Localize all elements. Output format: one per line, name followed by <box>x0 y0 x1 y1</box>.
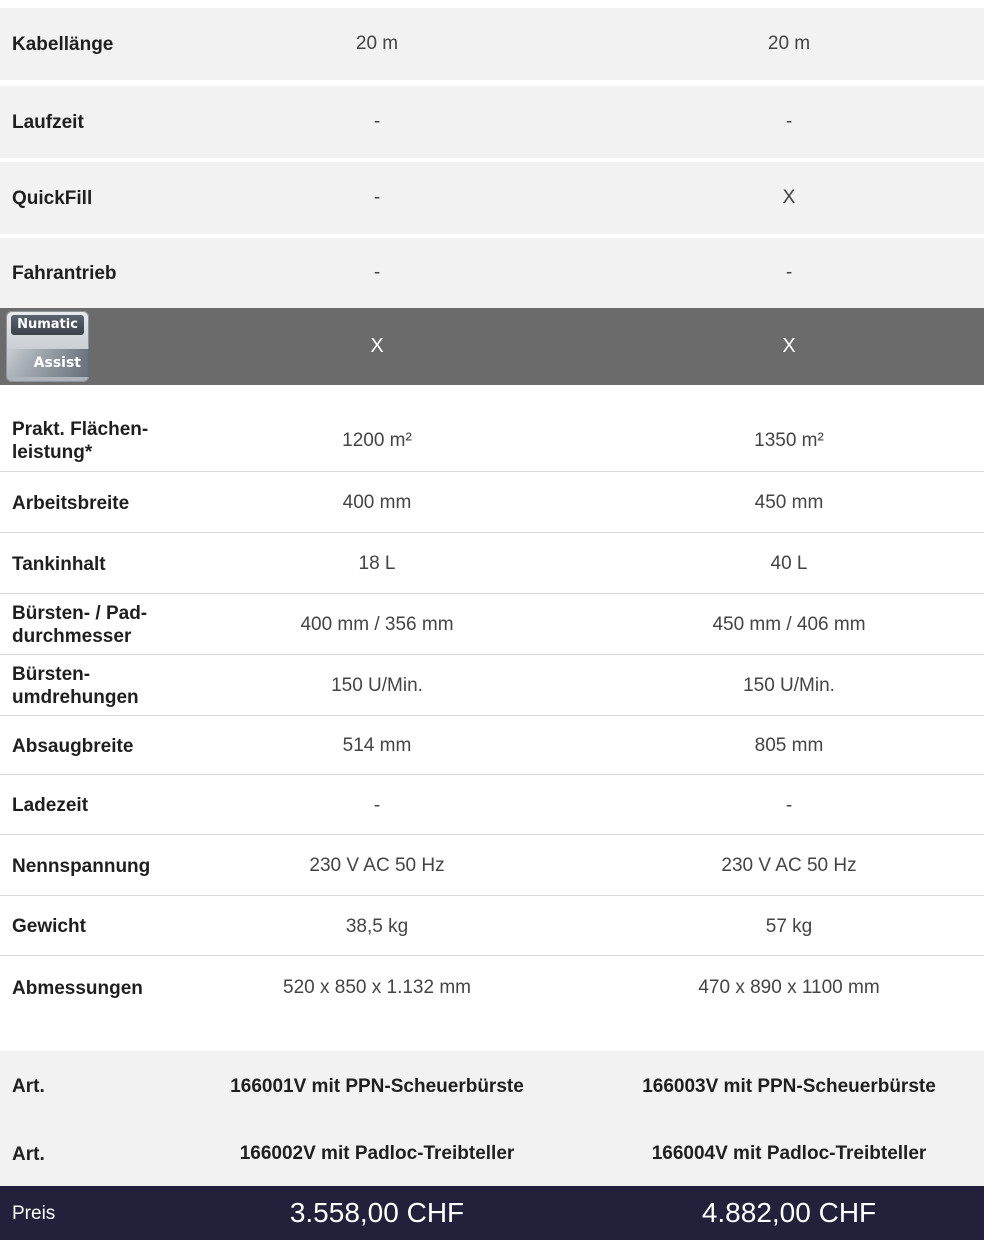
logo-assist-text: Assist <box>6 349 89 377</box>
spec-value-model-1: 38,5 kg <box>345 915 409 937</box>
price-model-2: 4.882,00 CHF <box>701 1197 877 1228</box>
numatic-assist-logo: Numatic Assist <box>6 311 89 382</box>
spec-value-model-2: 450 mm <box>754 492 824 513</box>
article-number-model-1: 166002V mit Padloc-Treibteller <box>239 1143 515 1164</box>
spec-value-model-1: - <box>373 111 381 132</box>
spec-value-model-1: 150 U/Min. <box>331 675 423 696</box>
spec-value-model-2: - <box>785 111 793 132</box>
spec-row-buerstendurchmesser: Bürsten- / Pad- durchmesser 400 mm / 356… <box>0 596 984 655</box>
spec-row-abmessungen: Abmessungen 520 x 850 x 1.132 mm 470 x 8… <box>0 958 984 1018</box>
spec-row-kabellaenge: Kabellänge 20 m 20 m <box>0 8 984 80</box>
price-model-1: 3.558,00 CHF <box>289 1197 465 1228</box>
spec-value-model-1: 18 L <box>358 553 396 574</box>
spec-value-model-2: 470 x 890 x 1100 mm <box>698 977 880 998</box>
spec-row-fahrantrieb: Fahrantrieb - - <box>0 238 984 308</box>
spec-row-absaugbreite: Absaugbreite 514 mm 805 mm <box>0 718 984 775</box>
spec-value-model-1: 400 mm / 356 mm <box>300 614 454 635</box>
spec-value-model-1: - <box>373 262 381 283</box>
spec-value-model-2: 230 V AC 50 Hz <box>721 855 857 876</box>
spec-value-model-2: - <box>785 262 793 283</box>
assist-feature-row: Numatic Assist X X <box>0 308 984 385</box>
spec-value-model-1: 230 V AC 50 Hz <box>309 855 445 876</box>
assist-value-model-2: X <box>782 335 796 357</box>
spec-value-model-1: 400 mm <box>342 492 412 513</box>
spec-value-model-2: 805 mm <box>754 735 824 756</box>
spec-row-gewicht: Gewicht 38,5 kg 57 kg <box>0 898 984 956</box>
logo-brand-text: Numatic <box>11 315 84 335</box>
article-number-model-2: 166003V mit PPN-Scheuerbürste <box>642 1075 936 1097</box>
spec-value-model-2: 40 L <box>770 553 808 574</box>
spec-row-tankinhalt: Tankinhalt 18 L 40 L <box>0 535 984 594</box>
spec-row-nennspannung: Nennspannung 230 V AC 50 Hz 230 V AC 50 … <box>0 837 984 896</box>
price-row: Preis 3.558,00 CHF 4.882,00 CHF <box>0 1186 984 1240</box>
article-number-model-1: 166001V mit PPN-Scheuerbürste <box>230 1075 524 1097</box>
spec-row-buerstenumdrehungen: Bürsten- umdrehungen 150 U/Min. 150 U/Mi… <box>0 657 984 716</box>
spec-row-quickfill: QuickFill - X <box>0 162 984 234</box>
spec-row-arbeitsbreite: Arbeitsbreite 400 mm 450 mm <box>0 474 984 533</box>
spec-value-model-2: 57 kg <box>765 915 813 937</box>
spec-row-flaechenleistung: Prakt. Flächen- leistung* 1200 m² 1350 m… <box>0 411 984 472</box>
spec-value-model-2: 20 m <box>767 33 811 54</box>
spec-value-model-1: 520 x 850 x 1.132 mm <box>283 977 471 998</box>
spec-row-ladezeit: Ladezeit - - <box>0 777 984 835</box>
spec-row-laufzeit: Laufzeit - - <box>0 86 984 158</box>
spec-value-model-1: 20 m <box>355 33 399 54</box>
article-row-2: Art. 166002V mit Padloc-Treibteller 1660… <box>0 1122 984 1186</box>
spec-value-model-2: 150 U/Min. <box>743 675 835 696</box>
spec-value-model-2: - <box>785 794 793 816</box>
spec-value-model-1: - <box>373 187 381 208</box>
spec-value-model-2: X <box>782 187 796 208</box>
spec-value-model-1: 514 mm <box>342 735 412 756</box>
spec-value-model-1: - <box>373 794 381 816</box>
spec-value-model-1: 1200 m² <box>342 430 412 451</box>
spec-value-model-2: 1350 m² <box>754 430 824 451</box>
article-row-1: Art. 166001V mit PPN-Scheuerbürste 16600… <box>0 1051 984 1122</box>
spec-value-model-2: 450 mm / 406 mm <box>712 614 866 635</box>
article-number-model-2: 166004V mit Padloc-Treibteller <box>651 1143 927 1164</box>
assist-value-model-1: X <box>370 335 384 357</box>
